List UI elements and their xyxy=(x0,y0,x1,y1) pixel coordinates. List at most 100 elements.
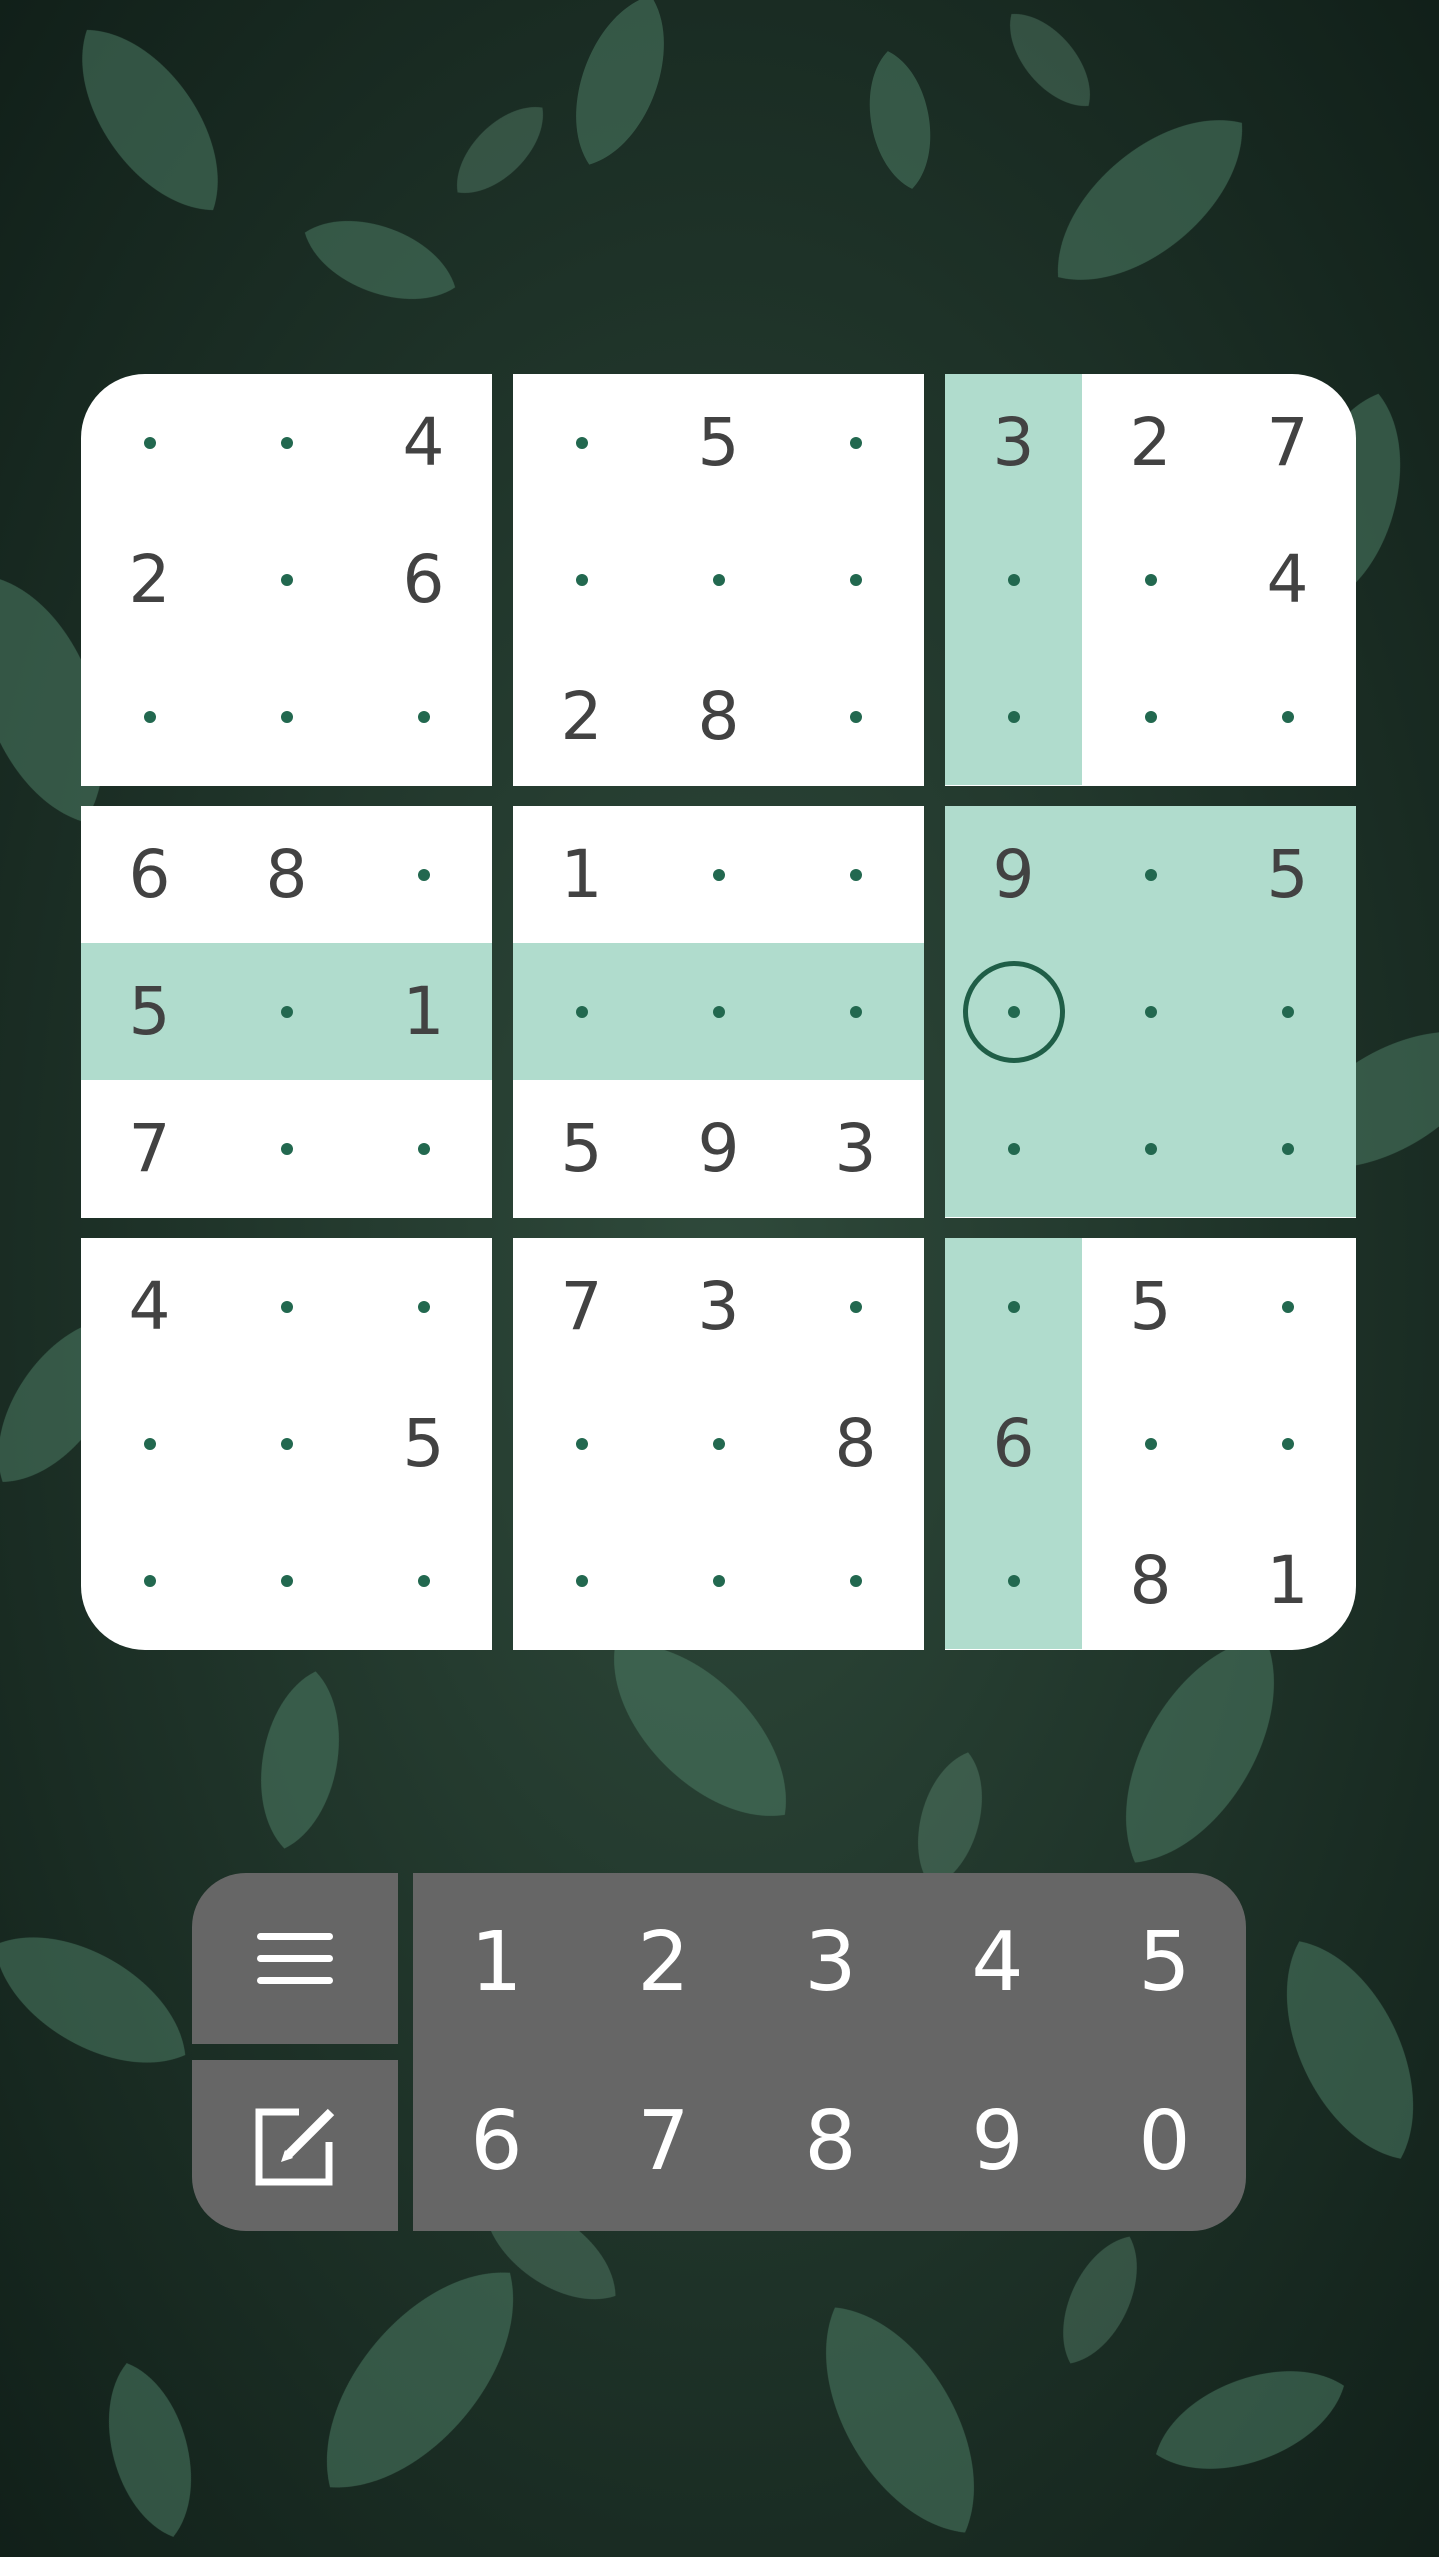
board-cell[interactable]: 7 xyxy=(81,1080,218,1217)
digit-key-4[interactable]: 4 xyxy=(914,1873,1081,2052)
board-cell[interactable] xyxy=(218,374,355,511)
board-cell[interactable] xyxy=(650,806,787,943)
board-cell[interactable] xyxy=(81,1512,218,1649)
cell-digit: 6 xyxy=(992,1404,1035,1482)
board-cell[interactable] xyxy=(218,943,355,1080)
board-cell[interactable] xyxy=(650,511,787,648)
menu-button[interactable] xyxy=(192,1873,398,2044)
board-cell[interactable]: 3 xyxy=(650,1238,787,1375)
board-cell[interactable] xyxy=(1219,1080,1356,1217)
board-cell[interactable]: 1 xyxy=(1219,1512,1356,1649)
board-cell[interactable]: 4 xyxy=(1219,511,1356,648)
board-cell[interactable]: 6 xyxy=(945,1375,1082,1512)
board-cell[interactable] xyxy=(945,1238,1082,1375)
board-cell[interactable] xyxy=(650,943,787,1080)
notes-toggle-button[interactable] xyxy=(192,2060,398,2231)
board-cell[interactable] xyxy=(1219,943,1356,1080)
board-cell[interactable]: 2 xyxy=(81,511,218,648)
board-cell[interactable] xyxy=(218,1375,355,1512)
empty-cell-dot xyxy=(280,436,293,449)
board-cell[interactable]: 8 xyxy=(218,806,355,943)
board-cell[interactable] xyxy=(787,648,924,785)
board-cell[interactable] xyxy=(218,648,355,785)
board-cell[interactable]: 8 xyxy=(650,648,787,785)
board-cell[interactable]: 4 xyxy=(81,1238,218,1375)
board-cell[interactable]: 5 xyxy=(1219,806,1356,943)
board-cell[interactable]: 7 xyxy=(513,1238,650,1375)
board-cell[interactable] xyxy=(787,1238,924,1375)
board-cell[interactable] xyxy=(513,374,650,511)
board-cell[interactable] xyxy=(81,374,218,511)
board-cell[interactable] xyxy=(787,943,924,1080)
board-cell[interactable]: 7 xyxy=(1219,374,1356,511)
board-cell[interactable] xyxy=(650,1512,787,1649)
board-cell[interactable] xyxy=(1082,511,1219,648)
board-cell[interactable] xyxy=(1082,648,1219,785)
board-cell[interactable] xyxy=(945,1512,1082,1649)
digit-key-9[interactable]: 9 xyxy=(914,2052,1081,2231)
board-cell[interactable] xyxy=(355,1512,492,1649)
board-cell[interactable] xyxy=(1219,1238,1356,1375)
digit-key-7[interactable]: 7 xyxy=(580,2052,747,2231)
board-cell[interactable]: 9 xyxy=(650,1080,787,1217)
board-cell[interactable]: 1 xyxy=(513,806,650,943)
board-cell[interactable] xyxy=(787,374,924,511)
board-cell[interactable]: 5 xyxy=(513,1080,650,1217)
digit-key-0[interactable]: 0 xyxy=(1081,2052,1248,2231)
board-cell[interactable] xyxy=(1219,648,1356,785)
board-cell[interactable] xyxy=(1082,806,1219,943)
empty-cell-dot xyxy=(417,1142,430,1155)
board-cell[interactable] xyxy=(81,1375,218,1512)
board-cell[interactable] xyxy=(787,1512,924,1649)
board-cell[interactable]: 5 xyxy=(355,1375,492,1512)
board-cell[interactable] xyxy=(218,1238,355,1375)
board-cell[interactable]: 3 xyxy=(787,1080,924,1217)
digit-key-3[interactable]: 3 xyxy=(747,1873,914,2052)
board-cell[interactable]: 8 xyxy=(1082,1512,1219,1649)
board-cell[interactable] xyxy=(218,1512,355,1649)
board-cell[interactable] xyxy=(513,1512,650,1649)
board-cell[interactable] xyxy=(1219,1375,1356,1512)
cell-digit: 2 xyxy=(560,677,603,755)
board-cell[interactable] xyxy=(945,943,1082,1080)
board-cell[interactable] xyxy=(945,648,1082,785)
board-cell[interactable]: 8 xyxy=(787,1375,924,1512)
board-cell[interactable]: 9 xyxy=(945,806,1082,943)
board-cell[interactable] xyxy=(945,511,1082,648)
board-cell[interactable]: 1 xyxy=(355,943,492,1080)
board-cell[interactable] xyxy=(355,1080,492,1217)
board-cell[interactable]: 5 xyxy=(650,374,787,511)
board-cell[interactable] xyxy=(355,1238,492,1375)
digit-key-5[interactable]: 5 xyxy=(1081,1873,1248,2052)
board-cell[interactable]: 2 xyxy=(513,648,650,785)
board-cell[interactable] xyxy=(787,806,924,943)
board-cell[interactable] xyxy=(1082,1080,1219,1217)
board-cell[interactable] xyxy=(513,943,650,1080)
board-cell[interactable]: 6 xyxy=(81,806,218,943)
board-cell[interactable] xyxy=(1082,1375,1219,1512)
digit-key-6[interactable]: 6 xyxy=(413,2052,580,2231)
board-cell[interactable]: 2 xyxy=(1082,374,1219,511)
board-cell[interactable] xyxy=(513,511,650,648)
board-cell[interactable] xyxy=(355,806,492,943)
cell-digit: 5 xyxy=(402,1404,445,1482)
board-cell[interactable]: 6 xyxy=(355,511,492,648)
board-cell[interactable] xyxy=(787,511,924,648)
digit-key-1[interactable]: 1 xyxy=(413,1873,580,2052)
board-cell[interactable] xyxy=(650,1375,787,1512)
board-cell[interactable] xyxy=(945,1080,1082,1217)
empty-cell-dot xyxy=(849,1300,862,1313)
board-cell[interactable]: 3 xyxy=(945,374,1082,511)
board-cell[interactable]: 5 xyxy=(1082,1238,1219,1375)
board-cell[interactable]: 4 xyxy=(355,374,492,511)
digit-key-8[interactable]: 8 xyxy=(747,2052,914,2231)
digit-key-2[interactable]: 2 xyxy=(580,1873,747,2052)
board-cell[interactable] xyxy=(513,1375,650,1512)
board-cell[interactable] xyxy=(1082,943,1219,1080)
board-cell[interactable] xyxy=(355,648,492,785)
empty-cell-dot xyxy=(575,1005,588,1018)
board-cell[interactable]: 5 xyxy=(81,943,218,1080)
board-cell[interactable] xyxy=(218,1080,355,1217)
board-cell[interactable] xyxy=(218,511,355,648)
board-cell[interactable] xyxy=(81,648,218,785)
